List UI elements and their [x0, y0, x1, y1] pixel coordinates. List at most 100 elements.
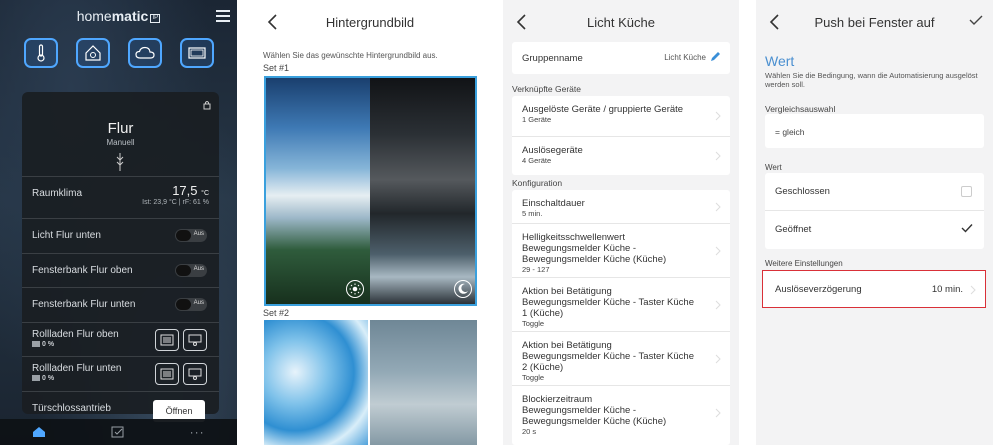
configuration-heading: Konfiguration: [512, 178, 563, 188]
list-item[interactable]: Aktion bei Betätigung Bewegungsmelder Kü…: [512, 332, 730, 386]
device-label: Licht Flur unten: [32, 230, 101, 241]
configuration-list: Einschaltdauer 5 min. Helligkeitsschwell…: [512, 190, 730, 445]
logo-text: home: [76, 8, 112, 24]
wallpaper-set-2[interactable]: [264, 320, 477, 445]
group-name-value: Licht Küche: [664, 53, 706, 62]
shutter-row[interactable]: Rollladen Flur oben 0 %: [22, 321, 219, 357]
shutter-icon: [160, 334, 174, 345]
trigger-delay-row[interactable]: Auslöseverzögerung 10 min.: [762, 270, 986, 308]
shutter-control-button[interactable]: [155, 328, 179, 351]
page-title: Hintergrundbild: [325, 15, 415, 30]
device-row[interactable]: Licht Flur unten Aus: [22, 218, 219, 253]
shutter-row[interactable]: Rollladen Flur unten 0 %: [22, 356, 219, 391]
shutter-sun-button[interactable]: [183, 328, 207, 351]
group-name-field[interactable]: Gruppenname Licht Küche: [512, 42, 730, 74]
automation-screen: Push bei Fenster auf Wert Wählen Sie die…: [756, 0, 993, 445]
pencil-icon[interactable]: [709, 51, 721, 63]
device-row[interactable]: Fensterbank Flur oben Aus: [22, 252, 219, 288]
app-logo: homematic IP: [0, 8, 237, 24]
chevron-right-icon: [715, 408, 721, 418]
list-item[interactable]: Blockierzeitraum Bewegungsmelder Küche -…: [512, 386, 730, 440]
door-lock-label: Türschlossantrieb: [32, 402, 111, 414]
category-bar: [24, 38, 214, 68]
window-icon: [188, 47, 206, 59]
security-category-button[interactable]: [76, 38, 110, 68]
option-open[interactable]: Geöffnet: [765, 211, 984, 249]
heating-icon: [116, 153, 124, 171]
compare-select[interactable]: = gleich: [765, 114, 984, 148]
menu-icon[interactable]: [216, 10, 230, 22]
weather-category-button[interactable]: [128, 38, 162, 68]
marble-wallpaper: [264, 320, 368, 445]
night-wallpaper: [370, 78, 475, 304]
checkmark-icon[interactable]: [961, 223, 973, 233]
room-title: Flur: [107, 120, 134, 137]
moon-icon: [454, 280, 472, 298]
chevron-right-icon: [715, 202, 721, 211]
nav-bar: Hintergrundbild: [254, 0, 486, 44]
value-label: Wert: [765, 163, 782, 172]
day-wallpaper: [266, 78, 370, 304]
device-label: Fensterbank Flur oben: [32, 264, 133, 276]
climate-details: Ist: 23,9 °C | rF: 61 %: [142, 199, 209, 206]
compare-label: Vergleichsauswahl: [765, 104, 836, 114]
list-item[interactable]: Aktion bei Betätigung Bewegungsmelder Kü…: [512, 278, 730, 332]
sun-shade-icon: [188, 334, 202, 346]
nav-bar: Push bei Fenster auf: [756, 0, 993, 44]
wallpaper-set-1[interactable]: [264, 76, 477, 306]
value-options: Geschlossen Geöffnet: [765, 173, 984, 249]
switch-toggle[interactable]: Aus: [175, 298, 207, 311]
home-tab-icon[interactable]: [32, 426, 46, 438]
favorites-tab-icon[interactable]: [111, 426, 125, 438]
switch-toggle[interactable]: Aus: [175, 229, 207, 242]
house-icon: [85, 45, 101, 61]
section-description: Wählen Sie die Bedingung, wann die Autom…: [765, 71, 978, 89]
climate-row[interactable]: Raumklima 17,5 °C Ist: 23,9 °C | rF: 61 …: [22, 176, 219, 218]
confirm-check-icon[interactable]: [969, 14, 983, 26]
shutter-sun-button[interactable]: [183, 363, 207, 385]
list-item[interactable]: Ausgelöste Geräte / gruppierte Geräte 1 …: [512, 96, 730, 137]
room-mode: Manuell: [106, 138, 135, 147]
thermometer-icon: [37, 44, 45, 62]
set1-label: Set #1: [263, 63, 290, 73]
page-title: Push bei Fenster auf: [814, 15, 935, 30]
bottom-tab-bar: ···: [0, 419, 237, 445]
switch-toggle[interactable]: Aus: [175, 263, 207, 277]
shutter-control-button[interactable]: [155, 363, 179, 385]
list-item[interactable]: Auslösegeräte 4 Geräte: [512, 137, 730, 175]
more-tab-icon[interactable]: ···: [190, 425, 205, 439]
window-category-button[interactable]: [180, 38, 214, 68]
chevron-right-icon: [715, 111, 721, 121]
list-item[interactable]: Einschaltdauer 5 min.: [512, 190, 730, 224]
shutter-label: Rollladen Flur oben: [32, 328, 119, 340]
ice-wallpaper: [370, 320, 477, 445]
linked-devices-list: Ausgelöste Geräte / gruppierte Geräte 1 …: [512, 96, 730, 175]
sun-shade-icon: [188, 368, 202, 380]
trigger-delay-label: Auslöseverzögerung: [775, 284, 862, 295]
option-closed[interactable]: Geschlossen: [765, 173, 984, 211]
device-row[interactable]: Fensterbank Flur unten Aus: [22, 287, 219, 322]
chevron-right-icon: [715, 151, 721, 161]
cloud-icon: [135, 46, 155, 59]
device-label: Fensterbank Flur unten: [32, 299, 136, 310]
dashboard-screen: homematic IP Flur Manuell Raumklima 17,5…: [0, 0, 237, 445]
device-list: Raumklima 17,5 °C Ist: 23,9 °C | rF: 61 …: [22, 176, 219, 425]
set-temperature: 17,5 °C: [172, 183, 209, 198]
group-screen: Licht Küche Gruppenname Licht Küche Verk…: [503, 0, 739, 445]
shutter-level: 0 %: [32, 340, 54, 348]
compare-value: = gleich: [775, 127, 805, 137]
chevron-right-icon: [970, 285, 976, 295]
list-item[interactable]: Helligkeitsschwellenwert Bewegungsmelder…: [512, 224, 730, 278]
chevron-right-icon: [715, 246, 721, 255]
climate-label: Raumklima: [32, 188, 83, 199]
climate-category-button[interactable]: [24, 38, 58, 68]
section-heading: Wert: [765, 53, 795, 69]
chevron-right-icon: [715, 354, 721, 363]
lock-icon[interactable]: [203, 100, 211, 110]
shutter-icon: [160, 368, 174, 380]
checkbox[interactable]: [961, 186, 972, 197]
room-panel: Flur Manuell Raumklima 17,5 °C Ist: 23,9…: [22, 92, 219, 422]
set2-label: Set #2: [263, 308, 290, 318]
logo-badge: IP: [150, 14, 161, 23]
more-settings-label: Weitere Einstellungen: [765, 259, 843, 268]
